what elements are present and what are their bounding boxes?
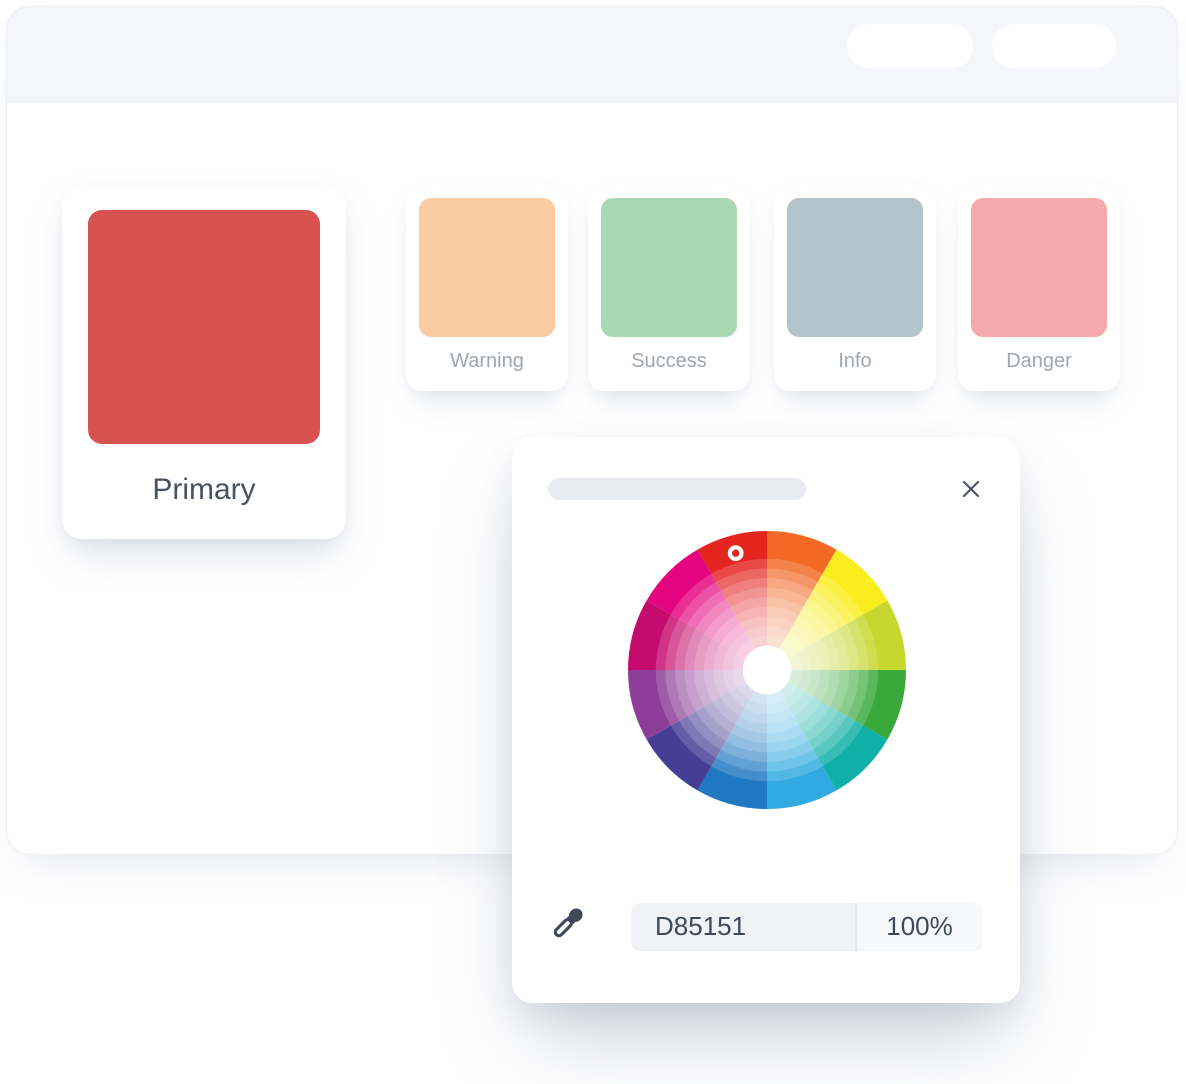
picker-title-placeholder [548,478,806,500]
danger-color-label: Danger [1006,350,1072,372]
close-icon [959,477,983,501]
swatch-card-warning: Warning [406,185,568,391]
success-color-swatch[interactable] [601,198,737,337]
close-button[interactable] [956,474,986,504]
primary-color-card: Primary [62,185,346,539]
primary-color-label: Primary [152,473,256,506]
color-value-group: D85151 100% [631,903,984,951]
header-pill-button-1[interactable] [847,24,973,68]
hex-value-input[interactable]: D85151 [631,903,857,951]
primary-color-swatch[interactable] [88,210,320,444]
info-color-label: Info [838,350,872,372]
eyedropper-button[interactable] [542,899,592,949]
warning-color-swatch[interactable] [419,198,555,337]
danger-color-swatch[interactable] [971,198,1107,337]
info-color-swatch[interactable] [787,198,923,337]
header-pill-button-2[interactable] [992,24,1116,68]
eyedropper-icon [546,903,588,945]
color-wheel[interactable] [627,530,907,810]
color-picker-modal: D85151 100% [512,437,1020,1003]
opacity-value-input[interactable]: 100% [857,903,982,951]
swatch-card-danger: Danger [958,185,1120,391]
swatch-card-success: Success [588,185,750,391]
warning-color-label: Warning [450,350,524,372]
swatch-card-info: Info [774,185,936,391]
success-color-label: Success [631,350,707,372]
